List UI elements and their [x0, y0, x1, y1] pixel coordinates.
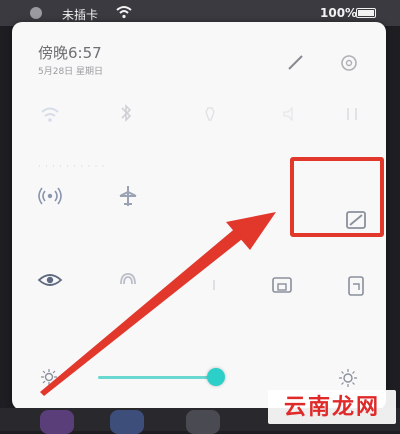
- eye-comfort-tile[interactable]: [34, 266, 66, 294]
- notification-dot-icon: [30, 7, 42, 19]
- brightness-control: [12, 362, 386, 392]
- hotspot-icon: [38, 187, 62, 205]
- pencil-icon[interactable]: [286, 52, 306, 72]
- clock-time: 傍晚6:57: [38, 44, 102, 62]
- battery-icon: [356, 8, 376, 18]
- hotspot-tile[interactable]: [34, 182, 66, 210]
- carrier-label: 未插卡: [62, 8, 99, 22]
- flashlight-icon: [205, 107, 215, 121]
- dock-app-icon[interactable]: [110, 410, 144, 434]
- clock-date: 5月28日 星期日: [38, 67, 104, 77]
- airplane-mode-icon: [119, 186, 137, 206]
- mobile-data-icon: [347, 108, 357, 120]
- auto-rotate-icon: [348, 276, 364, 296]
- nfc-tile[interactable]: [112, 266, 144, 294]
- gear-icon[interactable]: [338, 52, 360, 74]
- watermark-logo: 云南龙网: [268, 390, 396, 424]
- screen-record-tile[interactable]: [266, 272, 298, 300]
- auto-brightness-icon[interactable]: [338, 368, 358, 388]
- sound-tile[interactable]: [274, 100, 306, 128]
- tile-row-caption: · · · · · · · · · ·: [38, 162, 106, 171]
- bluetooth-icon: [121, 104, 132, 122]
- auto-rotate-tile[interactable]: [340, 272, 372, 300]
- location-icon: [213, 280, 215, 290]
- eye-comfort-icon: [37, 274, 63, 286]
- brightness-slider-track[interactable]: [98, 376, 216, 379]
- brightness-slider-thumb[interactable]: [207, 368, 225, 386]
- sound-icon: [283, 106, 293, 122]
- airplane-mode-tile[interactable]: [112, 182, 144, 210]
- dock-app-icon[interactable]: [40, 410, 74, 434]
- location-tile[interactable]: [198, 266, 230, 294]
- dock-app-icon[interactable]: [186, 410, 220, 434]
- flashlight-tile[interactable]: [194, 100, 226, 128]
- wifi-status-icon: [116, 6, 132, 19]
- battery-percentage: 100%: [320, 6, 358, 20]
- wifi-icon: [41, 107, 59, 122]
- brightness-low-icon: [41, 369, 57, 385]
- screen-record-icon: [272, 277, 292, 293]
- bluetooth-tile[interactable]: [110, 100, 142, 128]
- nfc-icon: [120, 273, 136, 285]
- wifi-tile[interactable]: [34, 100, 66, 128]
- annotation-highlight-box: [290, 157, 384, 237]
- mobile-data-tile[interactable]: [336, 100, 368, 128]
